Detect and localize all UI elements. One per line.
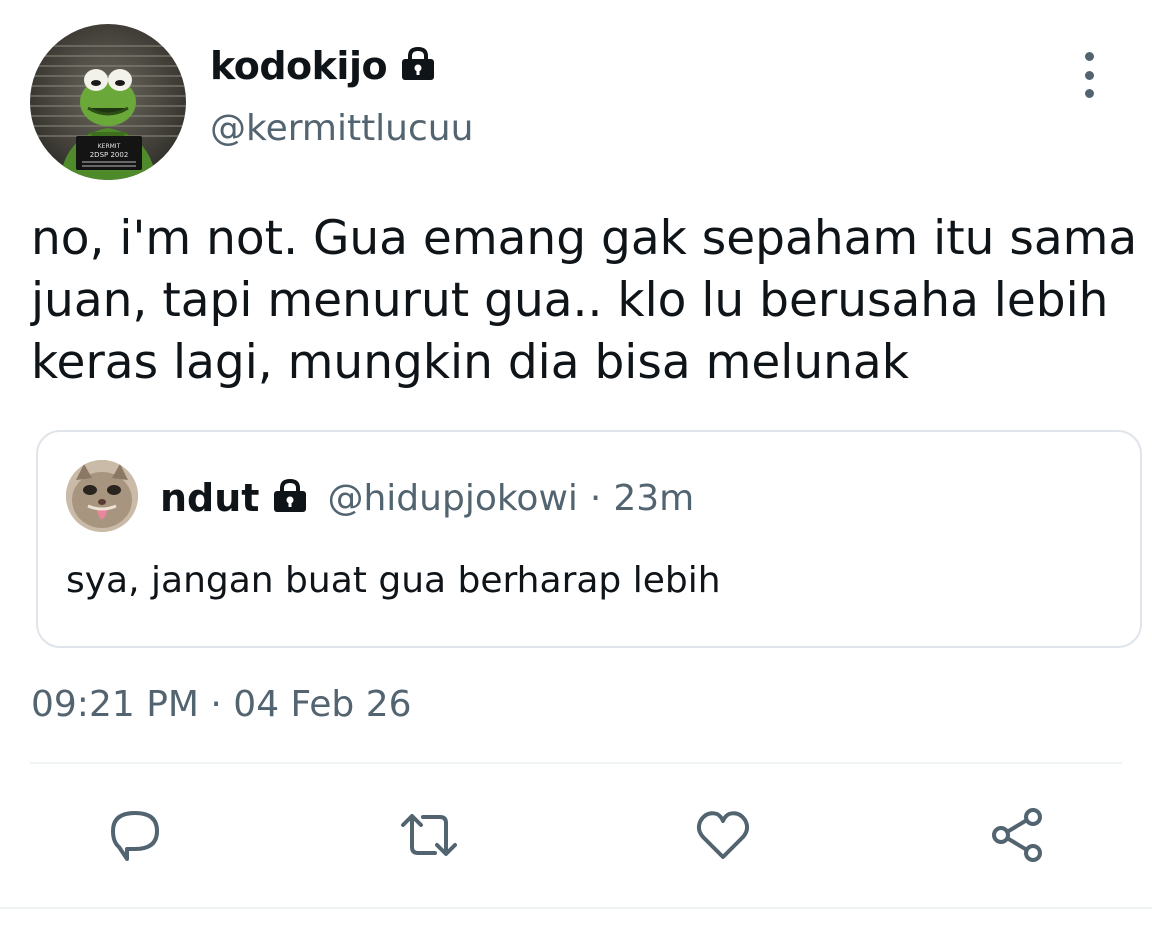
- author-display-name[interactable]: kodokijo: [210, 44, 388, 88]
- share-button[interactable]: [982, 802, 1052, 868]
- reply-icon: [111, 811, 159, 861]
- mugshot-badge-line1: KERMIT: [98, 143, 121, 150]
- tweet-text: no, i'm not. Gua emang gak sepaham itu s…: [31, 211, 1138, 390]
- author-name-row: kodokijo: [210, 40, 437, 92]
- divider: [30, 762, 1122, 764]
- bottom-divider: [0, 907, 1152, 909]
- quoted-header: ndut @hidupjokowi · 23m: [160, 470, 694, 526]
- like-button[interactable]: [688, 802, 758, 868]
- retweet-icon: [401, 814, 457, 856]
- like-icon: [696, 811, 750, 859]
- author-avatar[interactable]: KERMIT 2DSP 2002: [30, 24, 186, 180]
- mugshot-badge-line2: 2DSP 2002: [90, 151, 129, 159]
- lock-icon: [271, 478, 309, 518]
- author-handle[interactable]: @kermittlucuu: [210, 108, 473, 149]
- quoted-time: 23m: [613, 477, 695, 519]
- kermit-mugshot-avatar: KERMIT 2DSP 2002: [30, 45, 186, 180]
- lock-icon: [399, 46, 437, 86]
- tweet-timestamp[interactable]: 09:21 PM · 04 Feb 26: [31, 684, 412, 725]
- share-icon: [992, 808, 1042, 862]
- more-vertical-icon[interactable]: [1068, 52, 1110, 98]
- quoted-handle[interactable]: @hidupjokowi: [327, 478, 577, 519]
- quoted-separator: ·: [589, 477, 602, 519]
- quoted-display-name[interactable]: ndut: [160, 476, 259, 520]
- quoted-tweet-card[interactable]: ndut @hidupjokowi · 23m sya, jangan buat…: [36, 430, 1142, 648]
- cat-tongue-avatar: [66, 460, 138, 532]
- quoted-text: sya, jangan buat gua berharap lebih: [66, 560, 721, 601]
- quoted-author-avatar[interactable]: [66, 460, 138, 532]
- retweet-button[interactable]: [394, 802, 464, 868]
- reply-button[interactable]: [100, 802, 170, 868]
